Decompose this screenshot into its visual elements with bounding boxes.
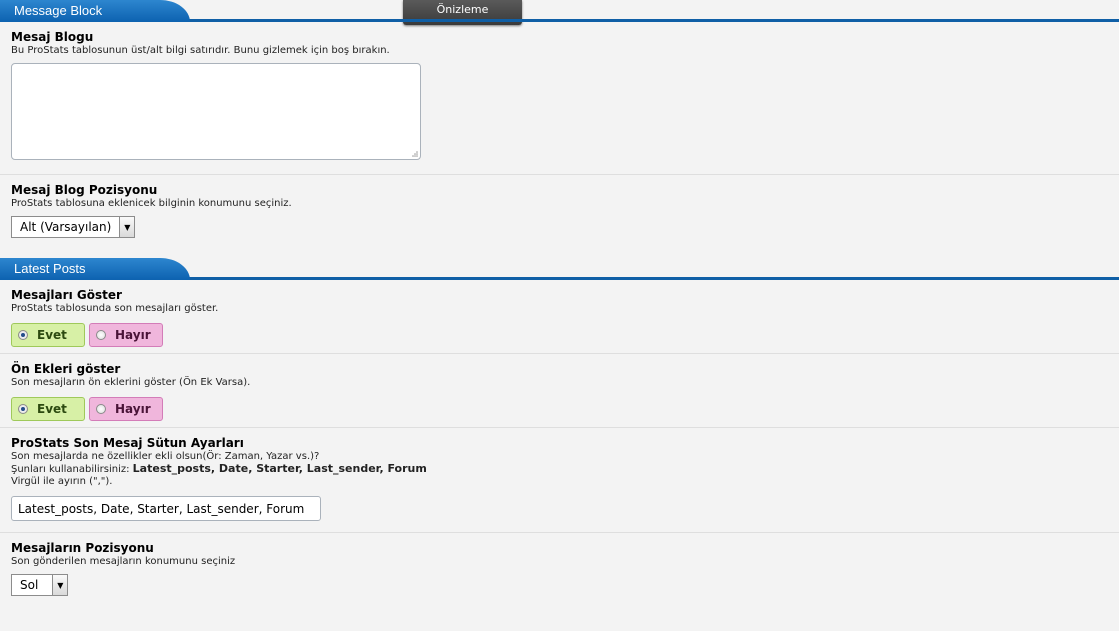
setting-description: Son gönderilen mesajların konumunu seçin… bbox=[11, 556, 236, 567]
setting-description-line2: Şunları kullanabilirsiniz: Latest_posts,… bbox=[11, 463, 1108, 476]
yes-no-group: Evet Hayır bbox=[11, 323, 1108, 347]
posts-position-select[interactable]: Sol ▼ bbox=[11, 574, 69, 596]
section-header-latest-posts: Latest Posts bbox=[0, 258, 1119, 280]
setting-title: ProStats Son Mesaj Sütun Ayarları bbox=[11, 436, 244, 450]
setting-title: Mesaj Blogu bbox=[11, 30, 94, 44]
setting-title: Ön Ekleri göster bbox=[11, 362, 121, 376]
chevron-down-icon[interactable]: ▼ bbox=[119, 217, 135, 237]
radio-label: Evet bbox=[37, 402, 67, 416]
setting-title: Mesaj Blog Pozisyonu bbox=[11, 183, 158, 197]
radio-label: Hayır bbox=[115, 328, 151, 342]
setting-description: Bu ProStats tablosunun üst/alt bilgi sat… bbox=[11, 45, 390, 56]
radio-dot-icon[interactable] bbox=[18, 330, 28, 340]
radio-label: Evet bbox=[37, 328, 67, 342]
radio-dot-icon[interactable] bbox=[18, 404, 28, 414]
setting-message-position: Mesaj Blog Pozisyonu ProStats tablosuna … bbox=[0, 175, 1119, 258]
radio-dot-icon[interactable] bbox=[96, 404, 106, 414]
radio-yes[interactable]: Evet bbox=[11, 397, 85, 421]
setting-show-prefixes: Ön Ekleri göster Son mesajların ön ekler… bbox=[0, 354, 1119, 428]
setting-show-posts: Mesajları Göster ProStats tablosunda son… bbox=[0, 280, 1119, 354]
setting-title: Mesajların Pozisyonu bbox=[11, 541, 154, 555]
desc-prefix: Şunları kullanabilirsiniz: bbox=[11, 464, 133, 475]
setting-posts-position: Mesajların Pozisyonu Son gönderilen mesa… bbox=[0, 533, 1119, 606]
setting-message-blog: Mesaj Blogu Bu ProStats tablosunun üst/a… bbox=[0, 22, 1119, 175]
message-blog-textarea[interactable] bbox=[11, 63, 421, 160]
setting-description: Son mesajların ön eklerini göster (Ön Ek… bbox=[11, 377, 251, 388]
radio-yes[interactable]: Evet bbox=[11, 323, 85, 347]
resize-grip-icon[interactable] bbox=[410, 149, 418, 157]
section-header-message-block: Message Block bbox=[0, 0, 1119, 22]
radio-no[interactable]: Hayır bbox=[89, 397, 163, 421]
select-value: Alt (Varsayılan) bbox=[20, 220, 112, 234]
setting-title: Mesajları Göster bbox=[11, 288, 122, 302]
setting-description: ProStats tablosuna eklenicek bilginin ko… bbox=[11, 198, 292, 209]
setting-description-line3: Virgül ile ayırın (","). bbox=[11, 476, 113, 487]
radio-dot-icon[interactable] bbox=[96, 330, 106, 340]
yes-no-group: Evet Hayır bbox=[11, 397, 1108, 421]
setting-columns: ProStats Son Mesaj Sütun Ayarları Son me… bbox=[0, 428, 1119, 533]
radio-label: Hayır bbox=[115, 402, 151, 416]
setting-description: ProStats tablosunda son mesajları göster… bbox=[11, 303, 219, 314]
section-title: Latest Posts bbox=[0, 258, 190, 280]
section-title: Message Block bbox=[0, 0, 190, 22]
desc-options: Latest_posts, Date, Starter, Last_sender… bbox=[132, 462, 427, 475]
message-position-select[interactable]: Alt (Varsayılan) ▼ bbox=[11, 216, 136, 238]
select-value: Sol bbox=[20, 578, 39, 592]
columns-input[interactable] bbox=[11, 496, 321, 521]
chevron-down-icon[interactable]: ▼ bbox=[52, 575, 68, 595]
radio-no[interactable]: Hayır bbox=[89, 323, 163, 347]
